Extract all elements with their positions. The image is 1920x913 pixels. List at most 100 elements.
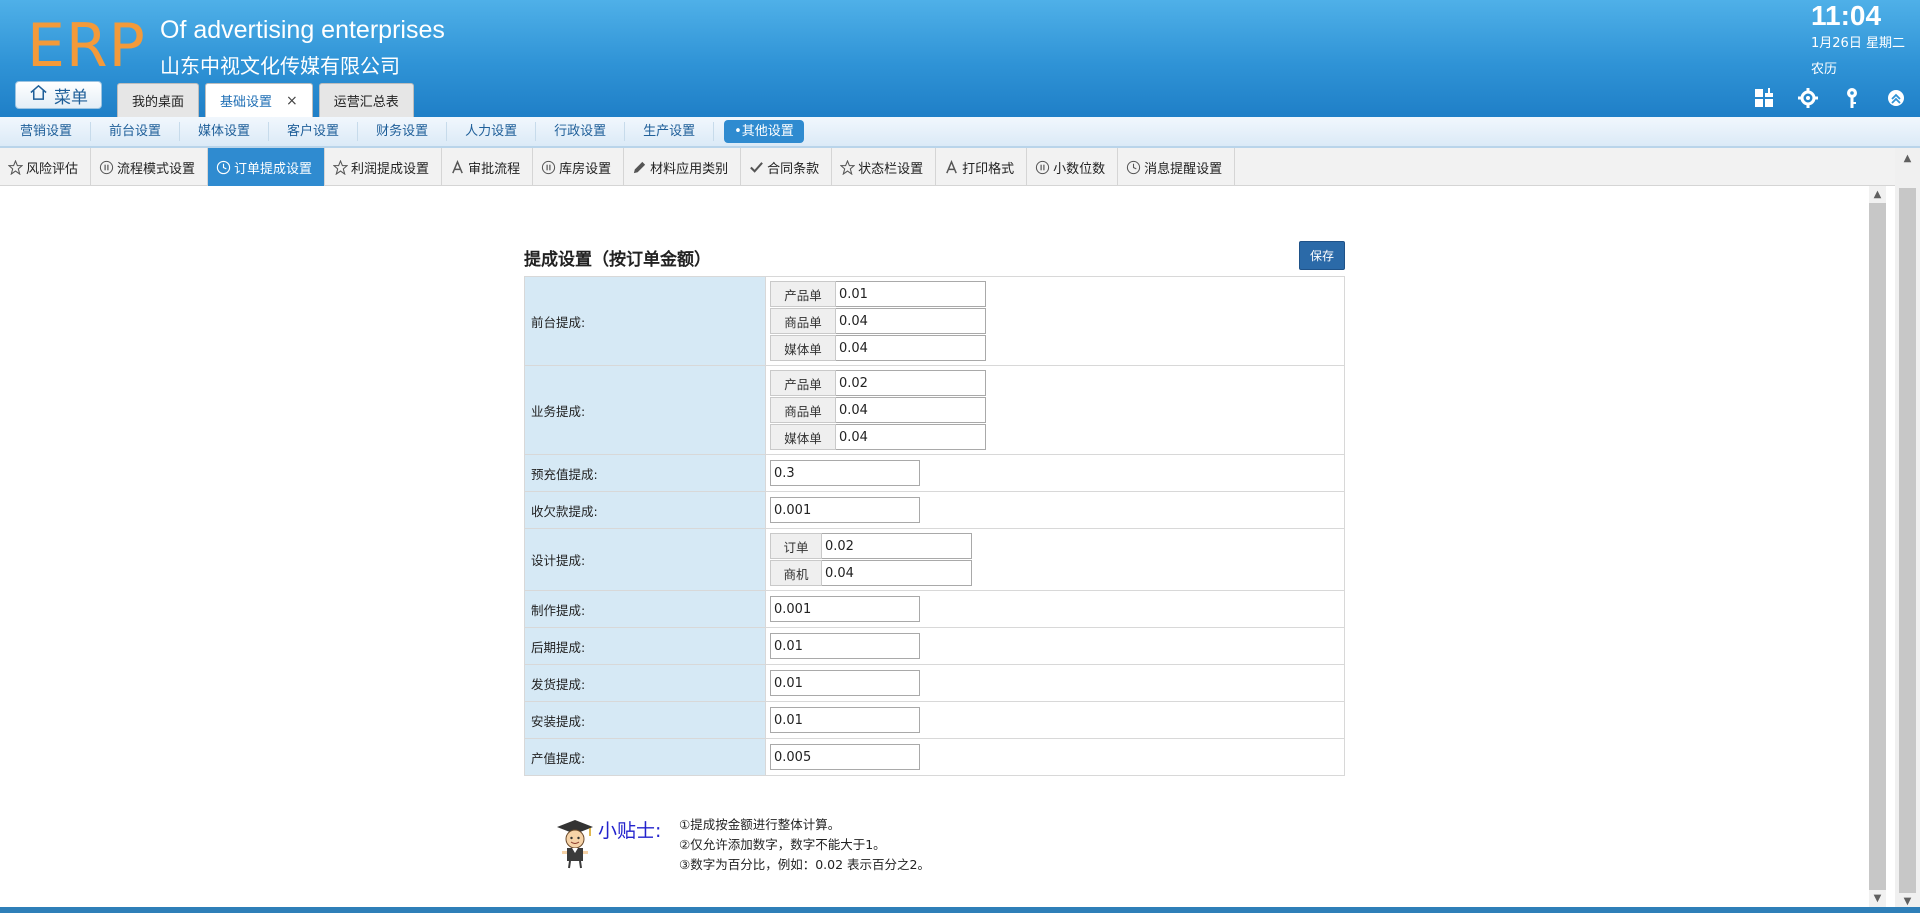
commission-input[interactable]: 0.04 — [836, 424, 986, 450]
addon-label: 商品单 — [770, 308, 836, 334]
key-icon[interactable] — [1840, 86, 1864, 110]
row-value-cell: 产品单 0.01 商品单 0.04 媒体单 0.04 — [765, 276, 1345, 366]
close-icon[interactable]: × — [286, 93, 298, 109]
tab-my-desktop[interactable]: 我的桌面 — [117, 83, 200, 117]
nav-media-settings[interactable]: 媒体设置 — [180, 122, 270, 141]
scrollbar-thumb[interactable] — [1899, 188, 1916, 893]
commission-input[interactable]: 0.001 — [770, 596, 920, 622]
commission-input[interactable]: 0.04 — [836, 335, 986, 361]
commission-input[interactable]: 0.01 — [770, 707, 920, 733]
pencil-icon — [632, 160, 647, 175]
tab-basic-settings[interactable]: 基础设置 × — [205, 83, 313, 117]
commission-input[interactable]: 0.04 — [836, 397, 986, 423]
addon-label: 订单 — [770, 533, 822, 559]
commission-input[interactable]: 0.02 — [836, 370, 986, 396]
tab-message-reminder[interactable]: 消息提醒设置 — [1118, 148, 1236, 186]
commission-input[interactable]: 0.01 — [770, 633, 920, 659]
table-row: 预充值提成: 0.3 — [524, 454, 1345, 492]
tab-print-format[interactable]: 打印格式 — [936, 148, 1028, 186]
check-icon — [749, 160, 764, 175]
addon-label: 媒体单 — [770, 335, 836, 361]
star-icon — [8, 159, 23, 175]
nav-marketing-settings[interactable]: 营销设置 — [2, 122, 92, 141]
tab-label: 小数位数 — [1053, 161, 1106, 177]
commission-input[interactable]: 0.04 — [836, 308, 986, 334]
addon-label: 媒体单 — [770, 424, 836, 450]
tab-risk-assessment[interactable]: 风险评估 — [0, 148, 92, 186]
tab-material-categories[interactable]: 材料应用类别 — [624, 148, 742, 186]
nav-finance-settings[interactable]: 财务设置 — [358, 122, 448, 141]
clock-date: 1月26日 星期二 — [1811, 36, 1905, 51]
scroll-up-arrow-icon[interactable]: ▲ — [1869, 186, 1886, 203]
commission-input[interactable]: 0.3 — [770, 460, 920, 486]
grid-icon[interactable] — [1752, 86, 1776, 110]
erp-logo: ERP — [27, 11, 146, 81]
table-row: 收欠款提成: 0.001 — [524, 491, 1345, 529]
tab-contract-terms[interactable]: 合同条款 — [741, 148, 833, 186]
commission-input[interactable]: 0.02 — [822, 533, 972, 559]
tab-decimal-places[interactable]: 小数位数 — [1027, 148, 1119, 186]
row-value-cell: 产品单 0.02 商品单 0.04 媒体单 0.04 — [765, 365, 1345, 455]
row-value-cell: 0.001 — [765, 590, 1345, 628]
tab-warehouse-settings[interactable]: 库房设置 — [533, 148, 625, 186]
commission-input[interactable]: 0.04 — [822, 560, 972, 586]
row-value-cell: 0.3 — [765, 454, 1345, 492]
nav-production-settings[interactable]: 生产设置 — [625, 122, 715, 141]
main-menu-label: 菜单 — [54, 87, 88, 108]
row-label: 制作提成: — [524, 590, 766, 628]
row-label: 安装提成: — [524, 701, 766, 739]
commission-settings-table: 前台提成: 产品单 0.01 商品单 0.04 媒体单 0.04 业务提成: 产品单 0… — [524, 276, 1345, 776]
table-row: 产值提成: 0.005 — [524, 738, 1345, 776]
window-tabs: 我的桌面 基础设置 × 运营汇总表 — [117, 83, 414, 117]
lunar-calendar-link[interactable]: 农历 — [1811, 58, 1837, 77]
tab-operations-summary[interactable]: 运营汇总表 — [318, 83, 414, 117]
table-row: 前台提成: 产品单 0.01 商品单 0.04 媒体单 0.04 — [524, 276, 1345, 366]
star-icon — [840, 159, 856, 175]
star-icon — [333, 159, 349, 175]
header-toolbar — [1752, 86, 1908, 110]
row-label: 收欠款提成: — [524, 491, 766, 529]
nav-frontdesk-settings[interactable]: 前台设置 — [91, 122, 181, 141]
main-menu-button[interactable]: 菜单 — [15, 81, 102, 109]
company-name-cn: 山东中视文化传媒有限公司 — [160, 54, 400, 78]
tab-label: 我的桌面 — [132, 95, 185, 110]
scroll-down-arrow-icon[interactable]: ▼ — [1869, 890, 1886, 907]
tab-label: 利润提成设置 — [351, 161, 430, 177]
inner-scrollbar[interactable]: ▲ ▼ — [1869, 186, 1886, 907]
outer-scrollbar[interactable]: ▲ ▼ — [1895, 148, 1920, 913]
tab-order-commission[interactable]: 订单提成设置 — [208, 148, 326, 186]
tab-label: 审批流程 — [468, 161, 521, 177]
gear-icon[interactable] — [1796, 86, 1820, 110]
tab-label: 消息提醒设置 — [1144, 161, 1223, 177]
tab-label: 风险评估 — [26, 161, 79, 177]
tab-statusbar-settings[interactable]: 状态栏设置 — [832, 148, 937, 186]
letter-a-icon — [944, 159, 959, 175]
clock-time: 11:04 — [1811, 0, 1882, 31]
tip-line: ③数字为百分比，例如：0.02 表示百分之2。 — [679, 857, 930, 872]
chevron-up-icon[interactable] — [1884, 86, 1908, 110]
tip-line: ②仅允许添加数字，数字不能大于1。 — [679, 837, 886, 852]
nav-other-settings[interactable]: •其他设置 — [724, 120, 804, 143]
tab-profit-commission[interactable]: 利润提成设置 — [325, 148, 443, 186]
tab-process-mode[interactable]: 流程模式设置 — [91, 148, 209, 186]
row-value-cell: 0.005 — [765, 738, 1345, 776]
commission-input[interactable]: 0.005 — [770, 744, 920, 770]
nav-admin-settings[interactable]: 行政设置 — [536, 122, 626, 141]
commission-input[interactable]: 0.001 — [770, 497, 920, 523]
table-row: 制作提成: 0.001 — [524, 590, 1345, 628]
tab-approval-flow[interactable]: 审批流程 — [442, 148, 534, 186]
table-row: 设计提成: 订单 0.02 商机 0.04 — [524, 528, 1345, 591]
tab-label: 库房设置 — [559, 161, 612, 177]
nav-customer-settings[interactable]: 客户设置 — [269, 122, 359, 141]
commission-input[interactable]: 0.01 — [836, 281, 986, 307]
row-label: 产值提成: — [524, 738, 766, 776]
nav-hr-settings[interactable]: 人力设置 — [447, 122, 537, 141]
scroll-up-arrow-icon[interactable]: ▲ — [1899, 150, 1916, 167]
row-value-cell: 0.001 — [765, 491, 1345, 529]
letter-a-icon — [450, 159, 465, 175]
scrollbar-thumb[interactable] — [1869, 203, 1886, 890]
save-button[interactable]: 保存 — [1299, 241, 1345, 270]
addon-label: 商机 — [770, 560, 822, 586]
commission-input[interactable]: 0.01 — [770, 670, 920, 696]
row-value-cell: 0.01 — [765, 664, 1345, 702]
